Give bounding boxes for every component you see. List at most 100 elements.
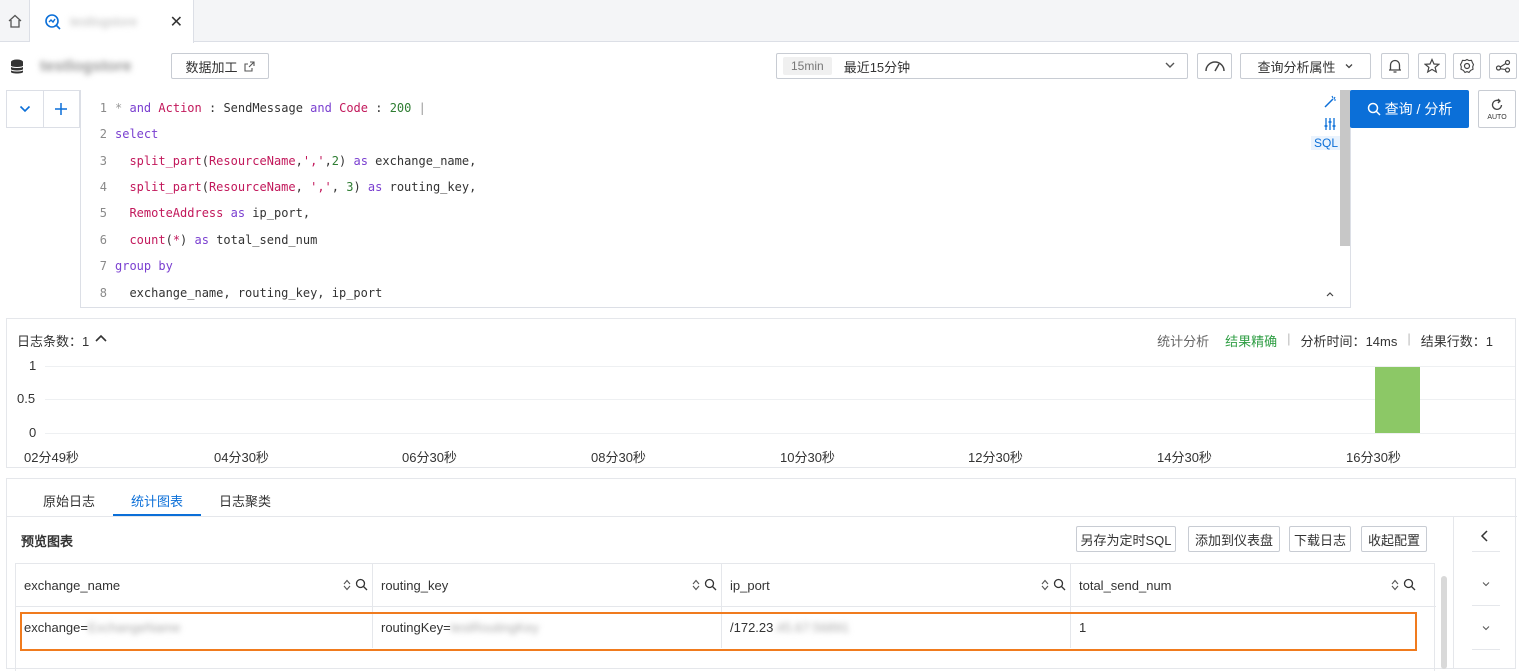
query-attributes-button[interactable]: 查询分析属性 <box>1240 53 1371 79</box>
code-line-1: 1 * and Action : SendMessage and Code : 2… <box>99 101 426 115</box>
logstore-name: testlogstore <box>40 58 132 75</box>
log-count-value: 1 <box>82 334 90 349</box>
code-line-7: 7 group by <box>99 259 173 273</box>
time-pill: 15min <box>783 57 832 75</box>
logstore-tab[interactable]: testlogstore ✕ <box>30 0 194 43</box>
add-to-dashboard-button[interactable]: 添加到仪表盘 <box>1188 526 1280 552</box>
column-header-label: ip_port <box>730 578 770 593</box>
editor-scrollbar[interactable] <box>1340 90 1350 246</box>
code-line-3: 3 split_part(ResourceName,',',2) as exch… <box>99 154 477 168</box>
result-rows: 结果行数：1 <box>1420 334 1493 349</box>
search-icon[interactable] <box>1403 578 1416 591</box>
query-attributes-label: 查询分析属性 <box>1257 59 1336 75</box>
collapse-editor-button[interactable] <box>7 91 43 127</box>
tab-title: testlogstore <box>70 14 138 29</box>
external-link-icon <box>243 60 255 72</box>
tab-raw-logs[interactable]: 原始日志 <box>43 491 95 510</box>
auto-label: AUTO <box>1487 113 1507 121</box>
add-query-button[interactable] <box>42 91 80 127</box>
x-tick: 04分30秒 <box>214 450 269 465</box>
x-tick: 12分30秒 <box>968 450 1023 465</box>
column-header-label: routing_key <box>381 578 449 593</box>
search-icon[interactable] <box>704 578 717 591</box>
gauge-icon <box>1204 61 1225 72</box>
data-transform-button[interactable]: 数据加工 <box>171 53 269 79</box>
search-icon[interactable] <box>355 578 368 591</box>
collapse-config-button[interactable]: 收起配置 <box>1361 526 1427 552</box>
column-header-exchange-name[interactable]: exchange_name <box>16 564 373 606</box>
precise-result: 结果精确 <box>1225 334 1278 349</box>
chevron-down-icon <box>1165 62 1175 68</box>
divider <box>1472 551 1500 552</box>
save-as-scheduled-sql-button[interactable]: 另存为定时SQL <box>1076 526 1176 552</box>
share-icon <box>1495 59 1511 73</box>
magic-wand-icon[interactable] <box>1323 95 1337 109</box>
chevron-up-icon[interactable] <box>94 333 108 343</box>
grid-line <box>45 433 1515 434</box>
tab-bar: testlogstore ✕ <box>0 0 1519 43</box>
table-scrollbar[interactable] <box>1441 576 1447 669</box>
grid-line <box>45 399 1515 400</box>
share-button[interactable] <box>1489 53 1517 79</box>
editor-controls <box>6 90 80 128</box>
grid-line <box>45 366 1515 367</box>
chevron-up-icon[interactable] <box>1325 290 1335 298</box>
close-icon[interactable]: ✕ <box>170 12 183 32</box>
code-line-5: 5 RemoteAddress as ip_port, <box>99 206 311 220</box>
code-line-8: 8 exchange_name, routing_key, ip_port <box>99 286 383 300</box>
search-icon <box>1367 102 1381 116</box>
chevron-left-icon[interactable] <box>1480 529 1490 543</box>
divider: | <box>1287 331 1291 346</box>
log-count: 日志条数：1 <box>17 331 89 350</box>
chevron-down-icon[interactable] <box>1482 581 1490 587</box>
search-analyze-button[interactable]: 查询 / 分析 <box>1350 90 1469 128</box>
sort-icon[interactable] <box>343 579 351 591</box>
refresh-speed-button[interactable] <box>1197 53 1232 79</box>
home-icon <box>8 14 21 28</box>
toolbar: testlogstore 数据加工 15min 最近15分钟 查询分析属性 <box>0 42 1519 90</box>
query-editor[interactable]: 1 * and Action : SendMessage and Code : 2… <box>80 90 1351 308</box>
chevron-down-icon[interactable] <box>1482 625 1490 631</box>
gear-icon <box>1459 58 1475 74</box>
column-header-routing-key[interactable]: routing_key <box>373 564 722 606</box>
refresh-icon <box>1491 98 1503 110</box>
x-tick: 06分30秒 <box>402 450 457 465</box>
search-icon[interactable] <box>1053 578 1066 591</box>
divider <box>1472 649 1500 650</box>
search-analysis-icon <box>45 13 61 30</box>
divider <box>7 516 1517 517</box>
sql-badge[interactable]: SQL <box>1311 136 1342 150</box>
data-transform-label: 数据加工 <box>185 59 238 75</box>
divider <box>1472 605 1500 606</box>
stats-analysis-link[interactable]: 统计分析 <box>1157 331 1209 350</box>
code-line-6: 6 count(*) as total_send_num <box>99 233 318 247</box>
x-tick: 02分49秒 <box>24 450 79 465</box>
sort-icon[interactable] <box>692 579 700 591</box>
log-count-label: 日志条数： <box>17 334 83 349</box>
histogram-bar[interactable] <box>1375 367 1420 433</box>
config-side-panel <box>1453 517 1516 669</box>
sort-icon[interactable] <box>1041 579 1049 591</box>
x-tick: 08分30秒 <box>591 450 646 465</box>
code-line-2: 2 select <box>99 127 159 141</box>
favorite-button[interactable] <box>1418 53 1446 79</box>
auto-refresh-button[interactable]: AUTO <box>1478 90 1516 128</box>
y-tick: 1 <box>29 358 37 373</box>
column-header-total-send-num[interactable]: total_send_num <box>1071 564 1420 606</box>
chevron-down-icon <box>1345 64 1352 69</box>
histogram-stats: 统计分析 结果精确 | 分析时间：14ms | 结果行数：1 <box>1157 331 1493 350</box>
preview-chart-title: 预览图表 <box>21 534 74 549</box>
download-logs-button[interactable]: 下载日志 <box>1289 526 1351 552</box>
time-range-select[interactable]: 15min 最近15分钟 <box>776 53 1188 79</box>
tab-log-cluster[interactable]: 日志聚类 <box>219 491 271 510</box>
tab-stats-chart[interactable]: 统计图表 <box>131 491 183 510</box>
settings-button[interactable] <box>1453 53 1481 79</box>
filter-settings-icon[interactable] <box>1323 117 1337 131</box>
y-tick: 0 <box>29 425 37 440</box>
bell-icon <box>1389 59 1401 73</box>
column-header-ip-port[interactable]: ip_port <box>722 564 1071 606</box>
sort-icon[interactable] <box>1391 579 1399 591</box>
alert-button[interactable] <box>1381 53 1409 79</box>
home-tab[interactable] <box>0 0 30 42</box>
column-header-label: total_send_num <box>1079 578 1172 593</box>
